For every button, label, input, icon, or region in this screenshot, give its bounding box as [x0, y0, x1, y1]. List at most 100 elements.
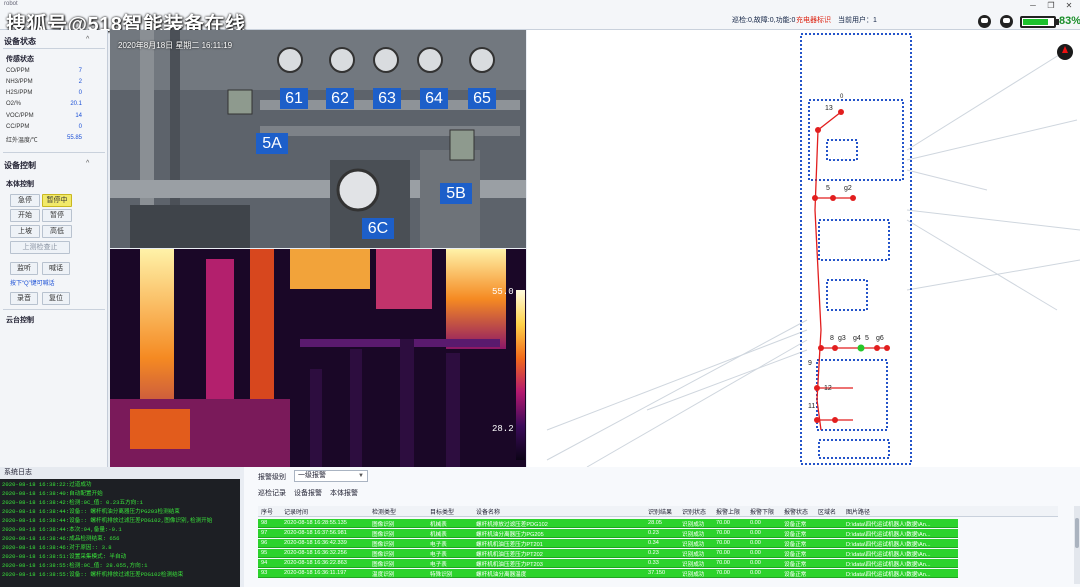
height-button[interactable]: 高低 [42, 225, 72, 238]
robot-status-icon[interactable] [1000, 15, 1013, 28]
log-line: 2020-08-18 16:38:44:本次:94,备量:-0.1 [2, 526, 122, 533]
compass-icon[interactable] [1057, 44, 1073, 60]
tab-inspection-record[interactable]: 巡检记录 [258, 488, 286, 498]
log-line: 2020-08-18 16:38:44:设备:: 螺杆机排放过滤压差PDG102… [2, 517, 213, 524]
battery-icon [1020, 16, 1056, 28]
sensor-row: O2/% 20.1 [6, 101, 82, 111]
tab-body-alarm[interactable]: 本体报警 [330, 488, 358, 498]
map-node: 13 [825, 105, 833, 112]
start-button[interactable]: 开始 [10, 209, 40, 222]
cell: 设备正常 [784, 552, 807, 558]
table-row[interactable]: 94 2020-08-18 16:36:22.863 图像识别 电子表 螺杆机机… [258, 559, 958, 568]
log-line: 2020-08-18 16:38:55:设备:: 螺杆机排放过滤压差PDG102… [2, 571, 184, 578]
emergency-stop-button[interactable]: 急停 [10, 194, 40, 207]
cell: D:\data\四代运试机器人\数据\An... [846, 542, 931, 548]
cell: 93 [261, 570, 268, 576]
camera-timestamp: 2020年8月18日 星期二 16:11:19 [118, 41, 233, 50]
map-node: 0 [840, 94, 844, 100]
column-header[interactable]: 图片路径 [846, 507, 870, 516]
device-status-title: 设备状态 [4, 37, 36, 46]
cell: 螺杆机排放过滤压差PDG102 [476, 522, 548, 528]
tab-device-alarm[interactable]: 设备报警 [294, 488, 322, 498]
cell: 设备正常 [784, 562, 807, 568]
cell: 0.34 [648, 540, 659, 546]
cell: 温度识别 [372, 572, 395, 578]
sensor-label: H2S/PPM [6, 90, 33, 96]
shout-button[interactable]: 喊话 [42, 262, 70, 275]
record-button[interactable]: 录音 [10, 292, 38, 305]
pause-button[interactable]: 暂停 [42, 209, 72, 222]
camera-view[interactable]: 2020年8月18日 星期二 16:11:19 61 62 63 64 65 5… [110, 30, 526, 248]
map-node: 5 [826, 185, 830, 192]
cell: D:\data\四代运试机器人\数据\An... [846, 562, 931, 568]
cell: 28.05 [648, 520, 662, 526]
cell: 螺杆机机油压差压力PT203 [476, 562, 543, 568]
table-row[interactable]: 98 2020-08-18 16:28:55.135 图像识别 机械表 螺杆机排… [258, 519, 958, 528]
close-button[interactable]: ✕ [1062, 1, 1076, 10]
maximize-button[interactable]: ❐ [1044, 1, 1058, 10]
column-header[interactable]: 报警状态 [784, 507, 808, 516]
column-header[interactable]: 报警上限 [716, 507, 740, 516]
scroll-thumb[interactable] [1075, 518, 1079, 548]
table-row[interactable]: 95 2020-08-18 16:36:32.256 图像识别 电子表 螺杆机机… [258, 549, 958, 558]
column-header[interactable]: 记录时间 [284, 507, 308, 516]
cell: 2020-08-18 16:36:11.197 [284, 570, 347, 576]
cell: 94 [261, 560, 268, 566]
cell: 95 [261, 550, 268, 556]
table-row[interactable]: 96 2020-08-18 16:36:42.339 图像识别 电子表 螺杆机机… [258, 539, 958, 548]
alarm-panel: 报警级别 一级报警 ▼ 巡检记录 设备报警 本体报警 序号 记录时间 检测类型 目… [244, 467, 1080, 587]
column-header[interactable]: 目标类型 [430, 507, 454, 516]
monitor-button[interactable]: 监听 [10, 262, 38, 275]
column-header[interactable]: 报警下限 [750, 507, 774, 516]
map-view[interactable]: 0 13 5 g2 8 g3 g4 5 g6 9 12 11 [527, 30, 1080, 467]
cell: 96 [261, 540, 268, 546]
cruise-info: 巡检:0,故障:0,功能:0 [732, 17, 796, 24]
cell: 电子表 [430, 552, 447, 558]
collapse-status-icon[interactable]: ^ [86, 36, 89, 43]
cell: 0.00 [750, 560, 761, 566]
cell: 识别成功 [682, 532, 705, 538]
cell: 图像识别 [372, 562, 395, 568]
thermal-max-temp: 55.0 [492, 287, 514, 297]
ptz-control-title[interactable]: 云台控制 [6, 315, 34, 325]
cell: 70.00 [716, 570, 730, 576]
divider [3, 48, 105, 49]
column-header[interactable]: 识别结果 [648, 507, 672, 516]
column-header[interactable]: 设备名称 [476, 507, 500, 516]
sensor-label: 红外温度/℃ [6, 138, 38, 144]
meter-label-64: 64 [420, 88, 448, 109]
cell: 70.00 [716, 520, 730, 526]
station-check-button[interactable]: 上测检查止 [10, 241, 70, 254]
column-header[interactable]: 识别状态 [682, 507, 706, 516]
pausing-button[interactable]: 暂停中 [42, 194, 72, 207]
cell: D:\data\四代运试机器人\数据\An... [846, 572, 931, 578]
cell: 0.00 [750, 550, 761, 556]
cell: 0.23 [648, 530, 659, 536]
table-row[interactable]: 93 2020-08-18 16:36:11.197 温度识别 特殊识别 螺杆机… [258, 569, 958, 578]
cell: 0.00 [750, 570, 761, 576]
minimize-button[interactable]: ─ [1026, 1, 1040, 10]
column-header[interactable]: 序号 [261, 507, 273, 516]
table-row[interactable]: 97 2020-08-18 16:37:56.981 图像识别 机械表 螺杆机油… [258, 529, 958, 538]
sensor-value: 20.1 [70, 101, 82, 107]
battery-percent: 83% [1059, 15, 1080, 27]
uphill-button[interactable]: 上坡 [10, 225, 40, 238]
sensor-row: NH3/PPM 2 [6, 79, 82, 89]
collapse-control-icon[interactable]: ^ [86, 160, 89, 167]
cell: 机械表 [430, 532, 447, 538]
meter-label-6c: 6C [362, 218, 394, 239]
column-header[interactable]: 区域名 [818, 507, 836, 516]
log-line: 2020-08-18 16:38:46:成品检测结束: 656 [2, 535, 120, 542]
reset-button[interactable]: 复位 [42, 292, 70, 305]
column-header[interactable]: 检测类型 [372, 507, 396, 516]
shout-hint: 按下“Q”键可喊话 [10, 281, 55, 287]
cell: 70.00 [716, 560, 730, 566]
table-scrollbar[interactable] [1074, 506, 1080, 584]
robot-icon[interactable] [978, 15, 991, 28]
map-canvas [546, 33, 1080, 467]
thermal-view[interactable]: 55.0 28.2 [110, 249, 526, 467]
sensor-value: 0 [78, 90, 82, 96]
meter-label-65: 65 [468, 88, 496, 109]
alarm-level-select[interactable]: 一级报警 ▼ [294, 470, 368, 482]
sensor-value: 55.85 [66, 135, 82, 141]
